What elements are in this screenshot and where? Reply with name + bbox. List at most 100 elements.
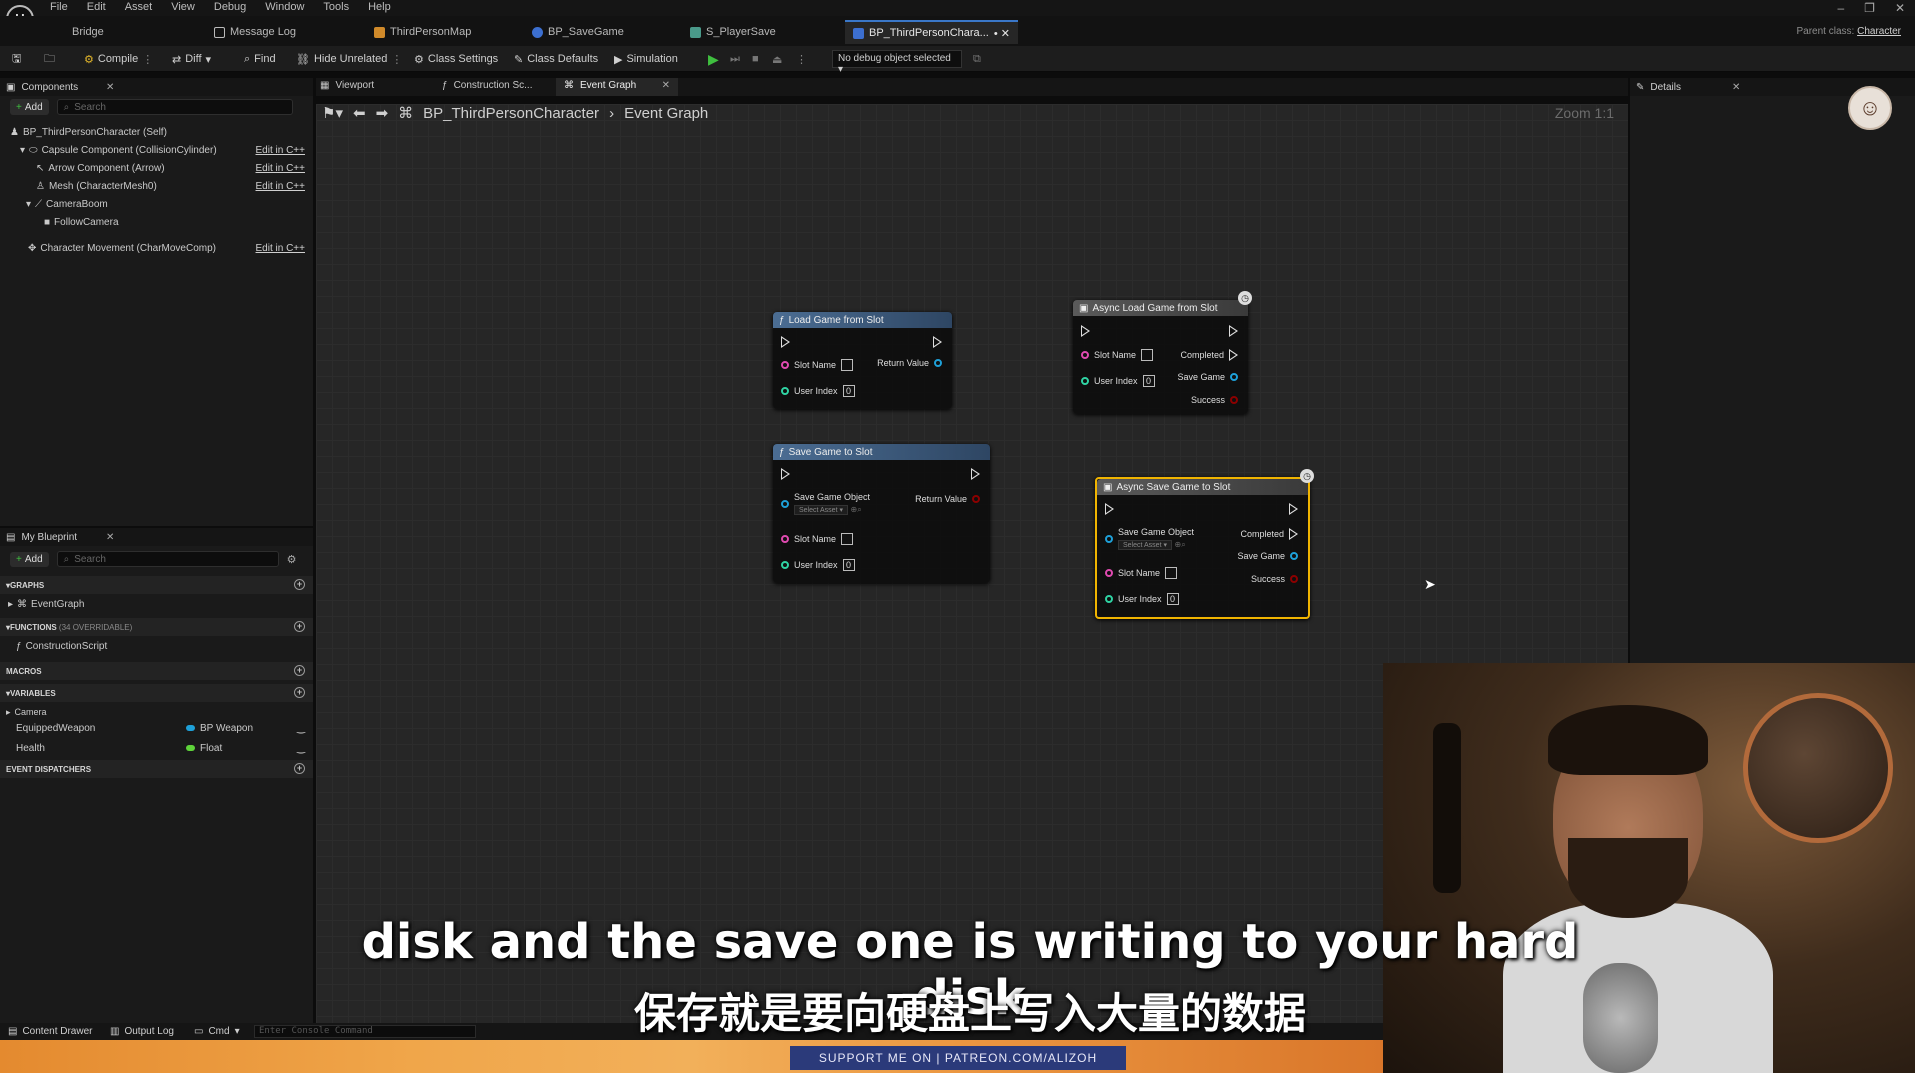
components-search-input[interactable]: ⌕ Search xyxy=(56,99,293,115)
completed-pin[interactable]: Completed xyxy=(1240,528,1298,540)
close-icon[interactable]: ✕ xyxy=(1895,1,1905,15)
variable-health[interactable]: Health Float ‿ xyxy=(16,740,313,756)
save-game-object-pin[interactable]: Save Game Object Select Asset ▾ ⊕⌕ xyxy=(781,492,870,515)
section-functions[interactable]: ▾ FUNCTIONS (34 OVERRIDABLE) + xyxy=(0,618,313,636)
success-pin[interactable]: Success xyxy=(1191,395,1238,405)
details-close-icon[interactable]: ✕ xyxy=(1732,82,1740,93)
component-cameraboom[interactable]: ▾ ⟋ CameraBoom xyxy=(26,196,108,212)
slot-name-pin[interactable]: Slot Name xyxy=(781,359,854,371)
bookmark-icon[interactable]: ⚑▾ xyxy=(322,104,343,122)
component-mesh[interactable]: ♙ Mesh (CharacterMesh0) Edit in C++ xyxy=(36,178,313,194)
select-asset-dropdown[interactable]: Select Asset ▾ xyxy=(794,505,848,515)
user-index-input[interactable]: 0 xyxy=(1142,375,1155,387)
component-followcamera[interactable]: ■ FollowCamera xyxy=(44,214,119,230)
forward-arrow-icon[interactable]: ➡ xyxy=(376,104,389,122)
return-value-pin[interactable]: Return Value xyxy=(915,494,980,504)
step-icon[interactable]: ⏭ xyxy=(730,50,740,68)
select-asset-dropdown[interactable]: Select Asset ▾ xyxy=(1118,540,1172,550)
tab-thirdpersonmap[interactable]: ThirdPersonMap xyxy=(374,22,471,42)
return-value-pin[interactable]: Return Value xyxy=(877,358,942,368)
edit-cpp-link[interactable]: Edit in C++ xyxy=(256,145,305,156)
menu-file[interactable]: File xyxy=(50,1,68,13)
slot-name-pin[interactable]: Slot Name xyxy=(781,533,854,545)
tab-bp-savegame[interactable]: BP_SaveGame xyxy=(532,22,624,42)
user-index-input[interactable]: 0 xyxy=(842,385,855,397)
cmd-dropdown[interactable]: ▭ Cmd ▾ xyxy=(194,1026,240,1037)
exec-input-pin[interactable] xyxy=(781,468,790,480)
slot-name-input[interactable] xyxy=(1165,567,1178,579)
minimize-icon[interactable]: – xyxy=(1837,1,1844,15)
edit-cpp-link[interactable]: Edit in C++ xyxy=(256,163,305,174)
node-async-save-game-to-slot[interactable]: ▣ Async Save Game to Slot ◷ Save Game Obj… xyxy=(1095,469,1314,619)
tab-close-icon[interactable]: • ✕ xyxy=(994,27,1010,40)
maximize-icon[interactable]: ❐ xyxy=(1864,1,1875,15)
hide-unrelated-button[interactable]: ⛓ Hide Unrelated ⋮ xyxy=(296,50,402,68)
avatar[interactable]: ☺ xyxy=(1848,86,1892,130)
exec-input-pin[interactable] xyxy=(1105,503,1114,515)
component-self[interactable]: ♟ BP_ThirdPersonCharacter (Self) xyxy=(10,124,167,140)
diff-button[interactable]: ⇄ Diff ▾ xyxy=(172,50,211,68)
tab-bp-thirdpersoncharacter[interactable]: BP_ThirdPersonChara... • ✕ xyxy=(845,20,1018,44)
add-component-button[interactable]: + Add xyxy=(10,99,49,115)
play-icon[interactable]: ▶ xyxy=(708,50,719,68)
class-defaults-button[interactable]: ✎ Class Defaults xyxy=(514,50,598,68)
tab-viewport[interactable]: ▦ Viewport xyxy=(320,80,374,91)
parent-class-link[interactable]: Character xyxy=(1857,26,1901,37)
graph-eventgraph[interactable]: ▸ ⌘ EventGraph xyxy=(8,596,84,612)
console-input[interactable]: Enter Console Command xyxy=(254,1025,476,1038)
tab-s-playersave[interactable]: S_PlayerSave xyxy=(690,22,776,42)
add-variable-icon[interactable]: + xyxy=(294,687,305,698)
slot-name-input[interactable] xyxy=(1141,349,1154,361)
visibility-icon[interactable]: ‿ xyxy=(297,743,305,754)
node-async-load-game-from-slot[interactable]: ▣ Async Load Game from Slot ◷ Slot Name C… xyxy=(1073,291,1252,414)
menu-debug[interactable]: Debug xyxy=(214,1,246,13)
user-index-input[interactable]: 0 xyxy=(842,559,855,571)
component-capsule[interactable]: ▾ ⬭ Capsule Component (CollisionCylinder) E… xyxy=(20,142,313,158)
play-options-icon[interactable]: ⋮ xyxy=(796,50,807,68)
add-dispatcher-icon[interactable]: + xyxy=(294,763,305,774)
menu-asset[interactable]: Asset xyxy=(125,1,153,13)
tab-close-icon[interactable]: ✕ xyxy=(662,80,670,94)
my-blueprint-close-icon[interactable]: ✕ xyxy=(106,532,114,543)
slot-name-input[interactable] xyxy=(841,359,854,371)
blueprint-search-input[interactable]: ⌕ Search xyxy=(56,551,279,567)
edit-cpp-link[interactable]: Edit in C++ xyxy=(256,243,305,254)
completed-pin[interactable]: Completed xyxy=(1180,349,1238,361)
browse-asset-icon[interactable]: ⊕⌕ xyxy=(1175,540,1186,549)
section-graphs[interactable]: ▾ GRAPHS + xyxy=(0,576,313,594)
save-game-pin[interactable]: Save Game xyxy=(1177,372,1238,382)
menu-window[interactable]: Window xyxy=(265,1,304,13)
section-macros[interactable]: MACROS + xyxy=(0,662,313,680)
hide-unrelated-options-icon[interactable]: ⋮ xyxy=(391,53,402,66)
slot-name-pin[interactable]: Slot Name xyxy=(1105,567,1178,579)
compile-button[interactable]: ⚙ Compile ⋮ xyxy=(84,50,153,68)
visibility-icon[interactable]: ‿ xyxy=(297,723,305,734)
component-arrow[interactable]: ↖ Arrow Component (Arrow) Edit in C++ xyxy=(36,160,313,176)
stop-icon[interactable]: ■ xyxy=(752,50,759,68)
exec-output-pin[interactable] xyxy=(1289,503,1298,515)
variable-equippedweapon-type[interactable]: BP Weapon xyxy=(186,723,253,734)
user-index-pin[interactable]: User Index 0 xyxy=(781,385,855,397)
debug-object-select[interactable]: No debug object selected ▾ xyxy=(832,50,962,75)
simulation-button[interactable]: ▶ Simulation xyxy=(614,50,678,68)
variable-category-camera[interactable]: ▸ Camera xyxy=(6,704,47,720)
section-variables[interactable]: ▾ VARIABLES + xyxy=(0,684,313,702)
section-event-dispatchers[interactable]: EVENT DISPATCHERS + xyxy=(0,760,313,778)
node-load-game-from-slot[interactable]: ƒ Load Game from Slot Slot Name Return Va… xyxy=(773,312,952,409)
content-drawer-button[interactable]: ▤ Content Drawer xyxy=(8,1026,92,1037)
settings-gear-icon[interactable]: ⚙ xyxy=(287,553,297,566)
user-index-pin[interactable]: User Index 0 xyxy=(1081,375,1155,387)
user-index-input[interactable]: 0 xyxy=(1166,593,1179,605)
tab-event-graph[interactable]: ⌘ Event Graph ✕ xyxy=(556,78,678,96)
tab-construction-script[interactable]: ƒ Construction Sc... xyxy=(442,80,532,91)
debug-find-icon[interactable]: ⧉ xyxy=(973,50,981,68)
component-character-movement[interactable]: ✥ Character Movement (CharMoveComp) Edit i… xyxy=(28,240,313,256)
edit-cpp-link[interactable]: Edit in C++ xyxy=(256,181,305,192)
slot-name-pin[interactable]: Slot Name xyxy=(1081,349,1154,361)
tab-bridge[interactable]: Bridge xyxy=(72,22,104,42)
menu-help[interactable]: Help xyxy=(368,1,391,13)
breadcrumb-root[interactable]: BP_ThirdPersonCharacter xyxy=(423,105,599,122)
slot-name-input[interactable] xyxy=(841,533,854,545)
class-settings-button[interactable]: ⚙ Class Settings xyxy=(414,50,498,68)
components-close-icon[interactable]: ✕ xyxy=(106,82,114,93)
